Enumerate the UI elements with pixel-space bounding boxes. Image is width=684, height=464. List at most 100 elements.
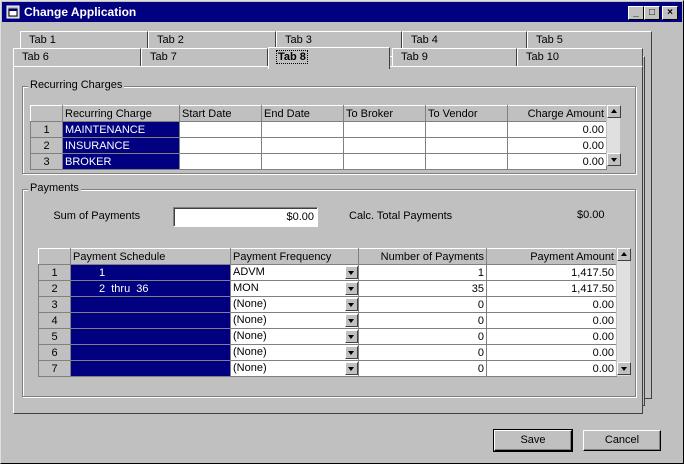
start-date-cell[interactable] <box>179 121 262 138</box>
chevron-down-icon[interactable] <box>345 266 358 279</box>
number-of-payments-cell[interactable]: 1 <box>358 264 487 281</box>
recurring-charges-grid[interactable]: Recurring Charge Start Date End Date To … <box>30 105 607 170</box>
chevron-down-icon[interactable] <box>345 298 358 311</box>
scroll-up-icon[interactable] <box>617 248 631 261</box>
scroll-down-icon[interactable] <box>617 362 631 375</box>
sum-of-payments-field[interactable]: $0.00 <box>173 207 318 227</box>
to-broker-cell[interactable] <box>343 121 426 138</box>
table-row[interactable]: 1 1 ADVM 1 1,417.50 <box>38 264 617 281</box>
number-of-payments-cell[interactable]: 0 <box>358 328 487 345</box>
column-header[interactable]: Payment Schedule <box>70 248 231 265</box>
payment-frequency-dropdown[interactable]: ADVM <box>230 264 359 281</box>
end-date-cell[interactable] <box>261 121 344 138</box>
to-vendor-cell[interactable] <box>425 121 508 138</box>
chevron-down-icon[interactable] <box>345 282 358 295</box>
tab-2[interactable]: Tab 2 <box>148 31 276 49</box>
payment-schedule-cell[interactable] <box>70 360 231 377</box>
table-row[interactable]: 4 (None) 0 0.00 <box>38 312 617 329</box>
table-row[interactable]: 7 (None) 0 0.00 <box>38 360 617 377</box>
tab-10[interactable]: Tab 10 <box>517 48 643 66</box>
column-header[interactable]: Start Date <box>179 105 262 122</box>
tab-1[interactable]: Tab 1 <box>20 31 148 49</box>
recurring-charge-cell[interactable]: MAINTENANCE <box>62 121 180 138</box>
table-row[interactable]: 1 MAINTENANCE 0.00 <box>30 121 607 138</box>
to-broker-cell[interactable] <box>343 137 426 154</box>
number-of-payments-cell[interactable]: 0 <box>358 312 487 329</box>
grid-corner <box>30 105 63 122</box>
payment-frequency-dropdown[interactable]: MON <box>230 280 359 297</box>
recurring-scrollbar[interactable] <box>606 105 621 166</box>
scroll-down-icon[interactable] <box>607 153 621 166</box>
title-bar[interactable]: Change Application _ □ × <box>2 2 682 22</box>
start-date-cell[interactable] <box>179 137 262 154</box>
end-date-cell[interactable] <box>261 137 344 154</box>
start-date-cell[interactable] <box>179 153 262 170</box>
number-of-payments-cell[interactable]: 0 <box>358 360 487 377</box>
payment-frequency-dropdown[interactable]: (None) <box>230 312 359 329</box>
table-row[interactable]: 3 BROKER 0.00 <box>30 153 607 170</box>
payment-frequency-dropdown[interactable]: (None) <box>230 344 359 361</box>
tab-4[interactable]: Tab 4 <box>402 31 527 49</box>
payment-frequency-dropdown[interactable]: (None) <box>230 296 359 313</box>
tab-7[interactable]: Tab 7 <box>141 48 268 66</box>
cancel-button[interactable]: Cancel <box>583 430 661 451</box>
recurring-charge-cell[interactable]: BROKER <box>62 153 180 170</box>
column-header[interactable]: Recurring Charge <box>62 105 180 122</box>
table-row[interactable]: 6 (None) 0 0.00 <box>38 344 617 361</box>
tab-5[interactable]: Tab 5 <box>527 31 652 49</box>
charge-amount-cell[interactable]: 0.00 <box>507 153 607 170</box>
payment-amount-cell[interactable]: 0.00 <box>486 344 617 361</box>
to-broker-cell[interactable] <box>343 153 426 170</box>
table-row[interactable]: 2 INSURANCE 0.00 <box>30 137 607 154</box>
to-vendor-cell[interactable] <box>425 137 508 154</box>
payment-schedule-cell[interactable]: 2 thru 36 <box>70 280 231 297</box>
tab-8[interactable]: Tab 8 <box>268 47 390 69</box>
tab-9[interactable]: Tab 9 <box>392 48 517 66</box>
charge-amount-cell[interactable]: 0.00 <box>507 121 607 138</box>
column-header[interactable]: End Date <box>261 105 344 122</box>
chevron-down-icon[interactable] <box>345 346 358 359</box>
minimize-icon: _ <box>633 7 639 18</box>
number-of-payments-cell[interactable]: 35 <box>358 280 487 297</box>
payment-amount-cell[interactable]: 1,417.50 <box>486 264 617 281</box>
recurring-charge-cell[interactable]: INSURANCE <box>62 137 180 154</box>
charge-amount-cell[interactable]: 0.00 <box>507 137 607 154</box>
payment-schedule-cell[interactable] <box>70 328 231 345</box>
payments-grid[interactable]: Payment Schedule Payment Frequency Numbe… <box>38 248 617 377</box>
to-vendor-cell[interactable] <box>425 153 508 170</box>
chevron-down-icon[interactable] <box>345 314 358 327</box>
chevron-down-icon[interactable] <box>345 362 358 375</box>
payment-amount-cell[interactable]: 0.00 <box>486 328 617 345</box>
payments-scrollbar[interactable] <box>616 248 631 376</box>
column-header[interactable]: To Broker <box>343 105 426 122</box>
payment-frequency-dropdown[interactable]: (None) <box>230 328 359 345</box>
payment-schedule-cell[interactable] <box>70 312 231 329</box>
maximize-button[interactable]: □ <box>644 6 660 20</box>
minimize-button[interactable]: _ <box>628 6 644 20</box>
grid-header-row: Payment Schedule Payment Frequency Numbe… <box>38 248 617 265</box>
payment-frequency-dropdown[interactable]: (None) <box>230 360 359 377</box>
table-row[interactable]: 5 (None) 0 0.00 <box>38 328 617 345</box>
number-of-payments-cell[interactable]: 0 <box>358 344 487 361</box>
save-button[interactable]: Save <box>493 429 573 452</box>
tab-6[interactable]: Tab 6 <box>13 48 141 66</box>
payment-schedule-cell[interactable] <box>70 296 231 313</box>
column-header[interactable]: Number of Payments <box>358 248 487 265</box>
column-header[interactable]: Payment Amount <box>486 248 617 265</box>
table-row[interactable]: 3 (None) 0 0.00 <box>38 296 617 313</box>
payment-amount-cell[interactable]: 0.00 <box>486 296 617 313</box>
scroll-up-icon[interactable] <box>607 105 621 118</box>
payment-amount-cell[interactable]: 0.00 <box>486 360 617 377</box>
end-date-cell[interactable] <box>261 153 344 170</box>
payment-amount-cell[interactable]: 0.00 <box>486 312 617 329</box>
table-row[interactable]: 2 2 thru 36 MON 35 1,417.50 <box>38 280 617 297</box>
payment-amount-cell[interactable]: 1,417.50 <box>486 280 617 297</box>
column-header[interactable]: To Vendor <box>425 105 508 122</box>
chevron-down-icon[interactable] <box>345 330 358 343</box>
payment-schedule-cell[interactable] <box>70 344 231 361</box>
column-header[interactable]: Payment Frequency <box>230 248 359 265</box>
close-button[interactable]: × <box>662 6 678 20</box>
column-header[interactable]: Charge Amount <box>507 105 607 122</box>
payment-schedule-cell[interactable]: 1 <box>70 264 231 281</box>
number-of-payments-cell[interactable]: 0 <box>358 296 487 313</box>
